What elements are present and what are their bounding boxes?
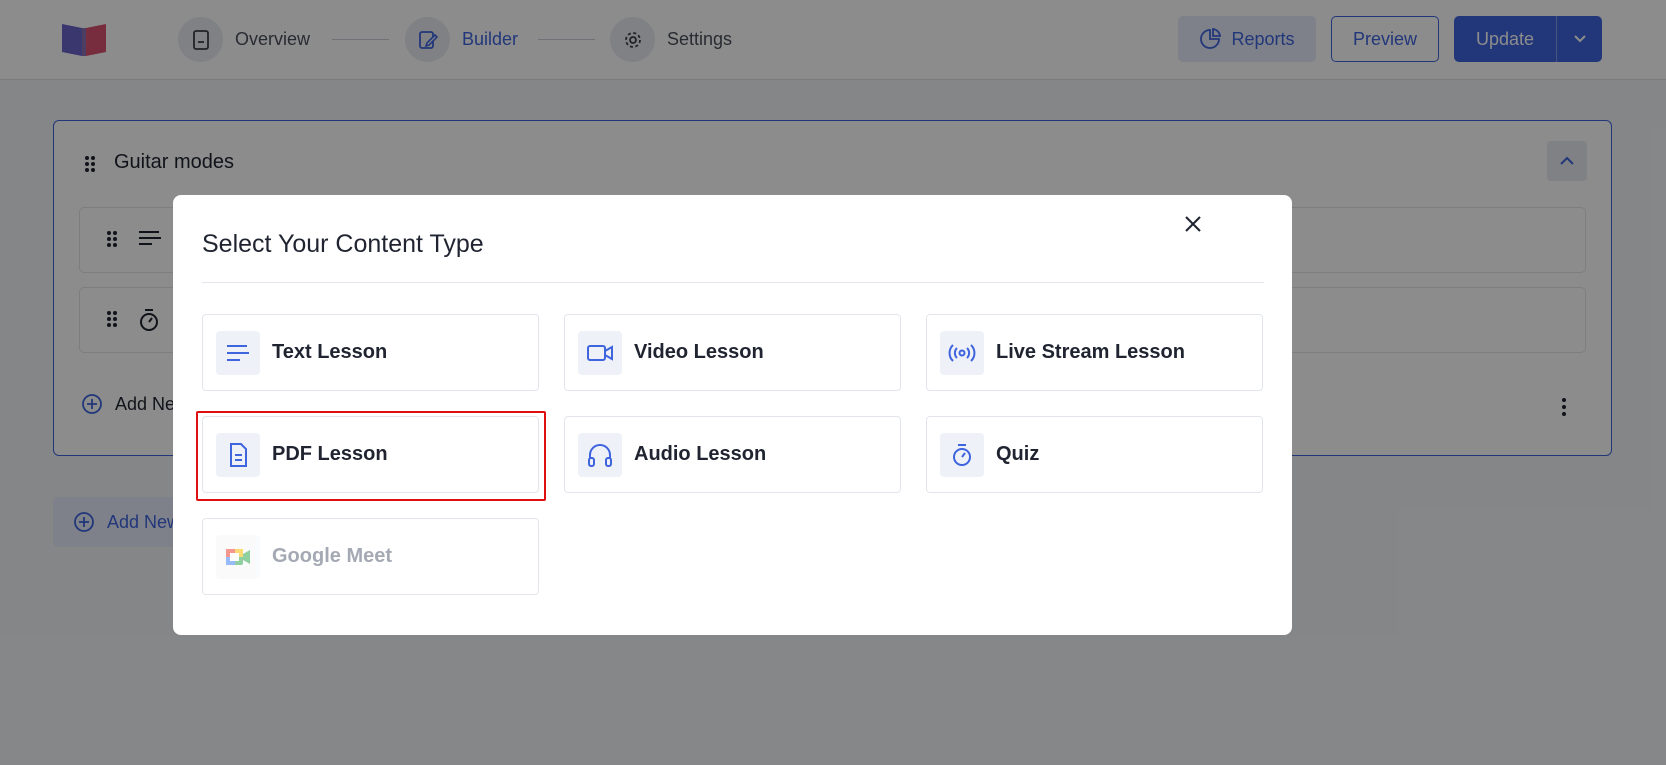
option-google-meet: Google Meet: [202, 518, 539, 595]
close-icon: [1185, 216, 1201, 232]
headphones-icon: [578, 432, 622, 477]
option-label: Quiz: [996, 443, 1040, 465]
close-button[interactable]: [1176, 207, 1210, 241]
option-label: Google Meet: [272, 545, 393, 567]
video-camera-icon: [578, 330, 622, 375]
option-video-lesson[interactable]: Video Lesson: [564, 314, 901, 391]
option-label: Live Stream Lesson: [996, 341, 1185, 363]
option-label: Video Lesson: [634, 341, 764, 363]
option-live-stream-lesson[interactable]: Live Stream Lesson: [926, 314, 1263, 391]
broadcast-icon: [940, 330, 984, 375]
modal-divider: [202, 282, 1264, 283]
stopwatch-icon: [940, 432, 984, 477]
option-label: PDF Lesson: [272, 443, 388, 465]
pdf-document-icon: [216, 432, 260, 477]
option-label: Audio Lesson: [634, 443, 767, 465]
option-text-lesson[interactable]: Text Lesson: [202, 314, 539, 391]
option-pdf-lesson[interactable]: PDF Lesson: [202, 416, 539, 493]
modal-title: Select Your Content Type: [202, 230, 484, 258]
option-label: Text Lesson: [272, 341, 388, 363]
option-audio-lesson[interactable]: Audio Lesson: [564, 416, 901, 493]
google-meet-icon: [216, 534, 260, 579]
option-quiz[interactable]: Quiz: [926, 416, 1263, 493]
text-lines-icon: [216, 330, 260, 375]
content-type-modal: Select Your Content Type Text Lesson Vid…: [173, 195, 1292, 635]
